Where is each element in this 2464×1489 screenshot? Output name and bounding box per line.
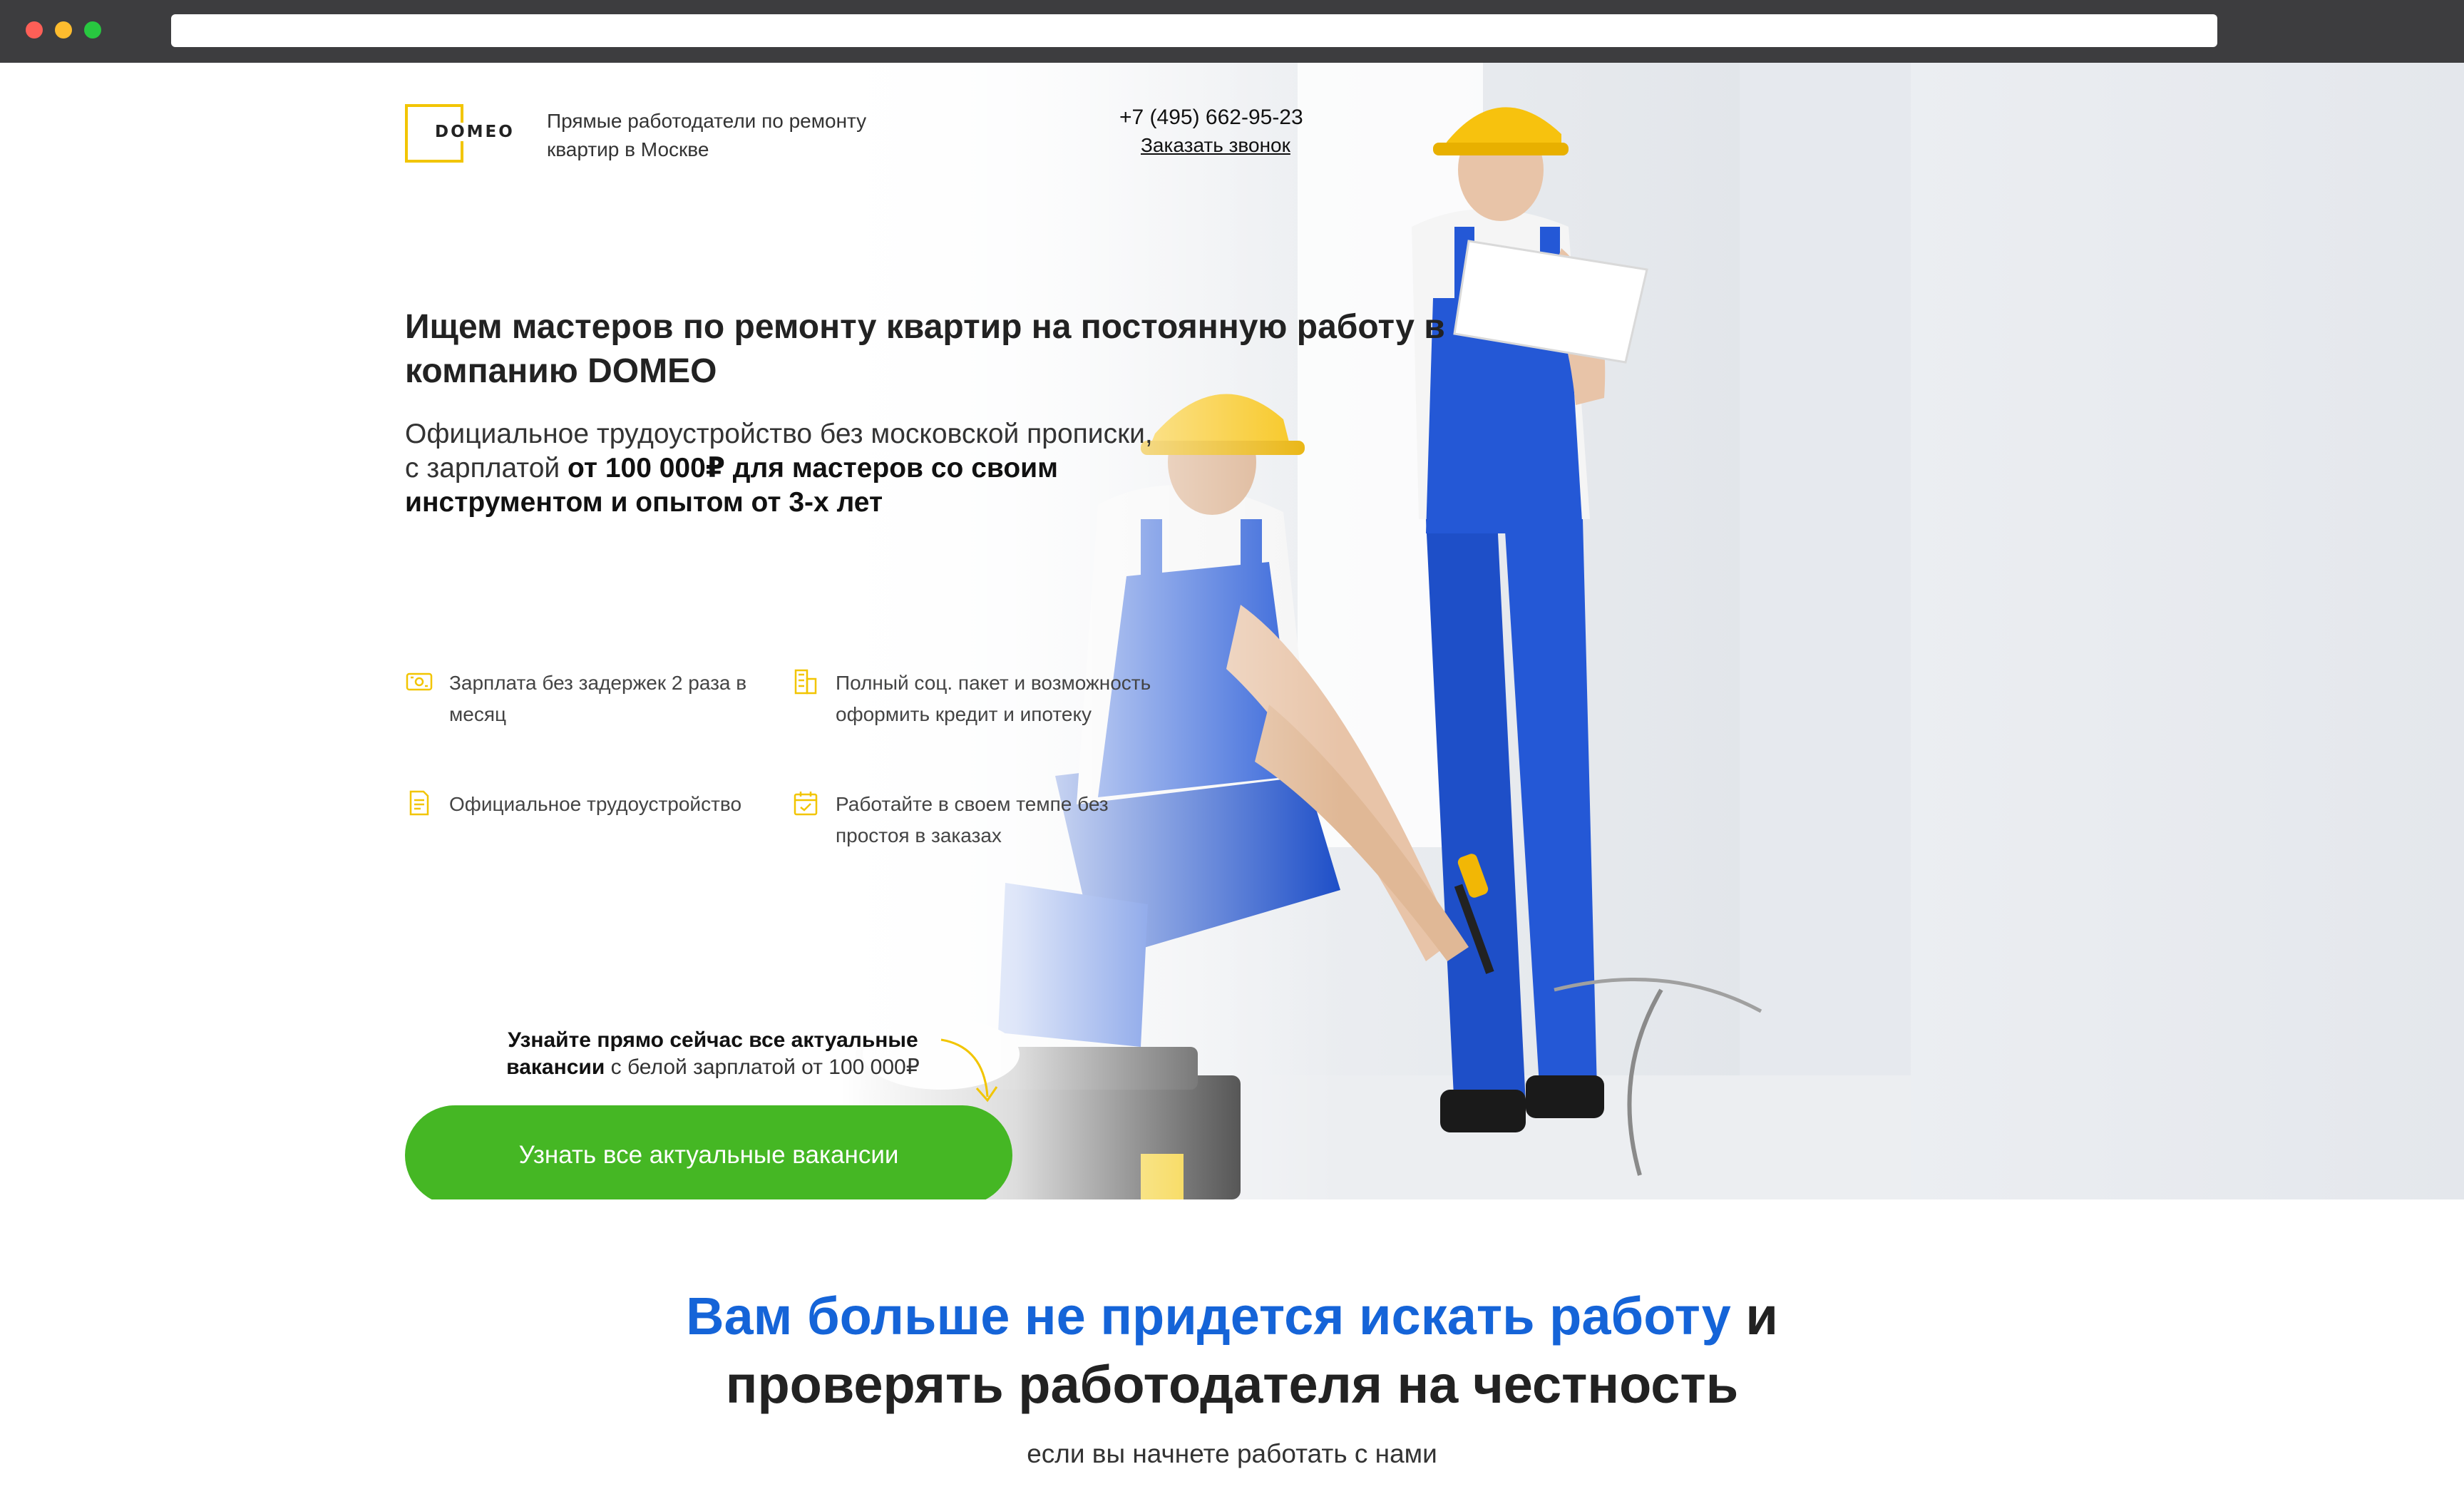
feature-official-employment-text: Официальное трудоустройство — [449, 793, 742, 815]
building-icon — [794, 669, 817, 695]
tagline-line-1: Прямые работодатели по ремонту — [547, 110, 867, 132]
section2-subtitle: если вы начнете работать с нами — [1027, 1439, 1437, 1468]
feature-social-package: Полный соц. пакет и возможность оформить… — [791, 667, 1162, 730]
maximize-window-button[interactable] — [84, 21, 101, 39]
section2-title-rest-1: и — [1730, 1286, 1778, 1346]
feature-official-employment: Официальное трудоустройство — [405, 789, 776, 820]
feature-salary: Зарплата без задержек 2 раза в месяц — [405, 667, 761, 730]
browser-toolbar — [0, 0, 2464, 63]
headline-line-2: компанию DOMEO — [405, 352, 717, 390]
address-bar[interactable] — [171, 14, 2217, 47]
logo[interactable]: DOMEO — [433, 123, 516, 141]
header-tagline: Прямые работодатели по ремонту квартир в… — [547, 107, 918, 164]
minimize-window-button[interactable] — [55, 21, 72, 39]
hero-subline: Официальное трудоустройство без московск… — [405, 417, 1154, 520]
feature-salary-text: Зарплата без задержек 2 раза в месяц — [449, 672, 747, 725]
cta-note: Узнайте прямо сейчас все актуальные вака… — [456, 1027, 970, 1081]
cta-note-bold-2: вакансии — [506, 1055, 605, 1079]
feature-social-package-text: Полный соц. пакет и возможность оформить… — [836, 672, 1151, 725]
section2-title: Вам больше не придется искать работу и п… — [519, 1282, 1945, 1419]
hero-section: DOMEO Прямые работодатели по ремонту ква… — [0, 63, 2464, 1199]
curved-arrow-icon — [940, 1038, 998, 1102]
headline-line-1: Ищем мастеров по ремонту квартир на пост… — [405, 308, 1445, 346]
hero-headline: Ищем мастеров по ремонту квартир на пост… — [405, 305, 1489, 394]
cta-note-bold-1: Узнайте прямо сейчас все актуальные — [508, 1028, 918, 1052]
callback-link[interactable]: Заказать звонок — [1141, 134, 1290, 157]
section2-title-highlight: Вам больше не придется искать работу — [686, 1286, 1731, 1346]
section2-title-rest-2: проверять работодателя на честность — [725, 1355, 1739, 1414]
close-window-button[interactable] — [26, 21, 43, 39]
cta-note-plain: с белой зарплатой от 100 000₽ — [605, 1055, 920, 1079]
phone-number[interactable]: +7 (495) 662-95-23 — [1119, 106, 1312, 130]
vacancies-button[interactable]: Узнать все актуальные вакансии — [405, 1105, 1012, 1199]
feature-own-pace: Работайте в своем темпе без простоя в за… — [791, 789, 1162, 851]
tagline-line-2: квартир в Москве — [547, 138, 709, 160]
document-icon — [409, 790, 429, 816]
calendar-icon — [794, 792, 818, 816]
feature-own-pace-text: Работайте в своем темпе без простоя в за… — [836, 793, 1109, 846]
wallet-icon — [406, 672, 433, 691]
